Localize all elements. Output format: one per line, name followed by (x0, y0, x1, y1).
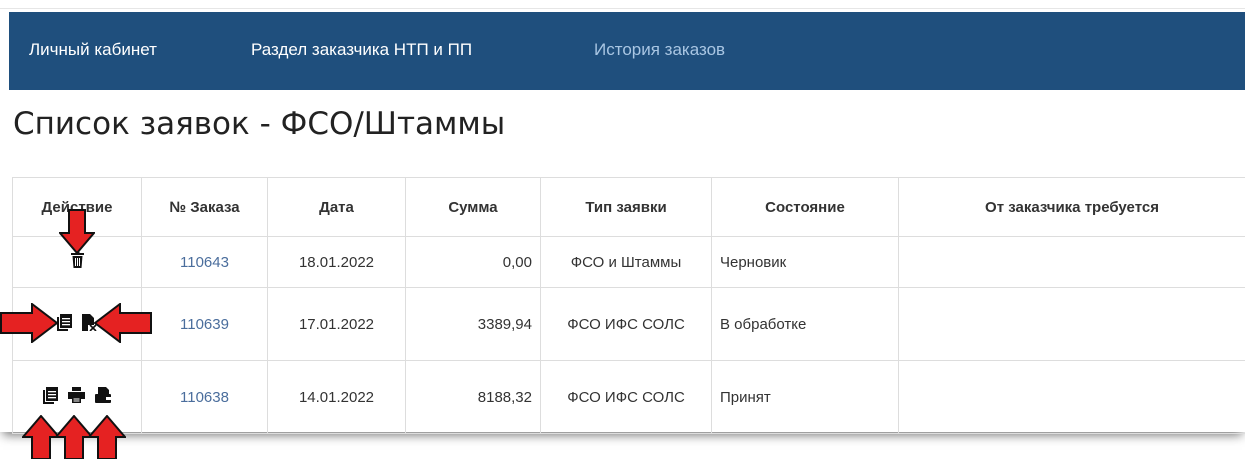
nav-item-personal-account[interactable]: Личный кабинет (29, 39, 157, 61)
order-number-link[interactable]: 110638 (180, 389, 229, 406)
red-arrow-icon (94, 303, 152, 343)
red-arrow-icon (59, 209, 95, 254)
print-icon[interactable] (68, 387, 85, 403)
order-number-link[interactable]: 110639 (180, 316, 229, 333)
order-sum: 8188,32 (405, 360, 541, 434)
app-frame: Личный кабинет Раздел заказчика НТП и ПП… (0, 0, 1245, 434)
red-arrow-icon (0, 303, 58, 343)
nav-item-customer-section[interactable]: Раздел заказчика НТП и ПП (251, 39, 472, 61)
copy-icon[interactable] (57, 313, 72, 331)
trash-icon[interactable] (70, 252, 84, 268)
table-header-row: Действие № Заказа Дата Сумма Тип заявки … (12, 177, 1245, 237)
order-date: 18.01.2022 (267, 236, 406, 288)
order-state: В обработке (711, 287, 899, 361)
red-arrow-icon (88, 415, 126, 459)
orders-table: Действие № Заказа Дата Сумма Тип заявки … (12, 177, 1245, 434)
order-sum: 0,00 (405, 236, 541, 288)
order-date: 14.01.2022 (267, 360, 406, 434)
order-number-cell: 110639 (141, 287, 268, 361)
order-number-link[interactable]: 110643 (180, 254, 229, 271)
order-date: 17.01.2022 (267, 287, 406, 361)
top-strip (0, 0, 1245, 9)
order-state: Принят (711, 360, 899, 434)
header-state: Состояние (711, 177, 899, 237)
navbar: Личный кабинет Раздел заказчика НТП и ПП… (9, 12, 1245, 90)
order-required (898, 287, 1245, 361)
payment-icon[interactable] (95, 387, 111, 403)
order-type: ФСО ИФС СОЛС (540, 360, 712, 434)
order-sum: 3389,94 (405, 287, 541, 361)
copy-icon[interactable] (43, 386, 58, 404)
order-number-cell: 110643 (141, 236, 268, 288)
order-required (898, 360, 1245, 434)
header-sum: Сумма (405, 177, 541, 237)
table-row: 110639 17.01.2022 3389,94 ФСО ИФС СОЛС В… (12, 287, 1245, 361)
header-date: Дата (267, 177, 406, 237)
header-order-number: № Заказа (141, 177, 268, 237)
order-state: Черновик (711, 236, 899, 288)
header-order-type: Тип заявки (540, 177, 712, 237)
header-customer-required: От заказчика требуется (898, 177, 1245, 237)
order-number-cell: 110638 (141, 360, 268, 434)
table-row: 110638 14.01.2022 8188,32 ФСО ИФС СОЛС П… (12, 360, 1245, 434)
order-required (898, 236, 1245, 288)
page-title: Список заявок - ФСО/Штаммы (13, 106, 506, 142)
nav-item-order-history[interactable]: История заказов (594, 39, 725, 61)
table-row: 110643 18.01.2022 0,00 ФСО и Штаммы Черн… (12, 236, 1245, 288)
order-type: ФСО ИФС СОЛС (540, 287, 712, 361)
order-type: ФСО и Штаммы (540, 236, 712, 288)
